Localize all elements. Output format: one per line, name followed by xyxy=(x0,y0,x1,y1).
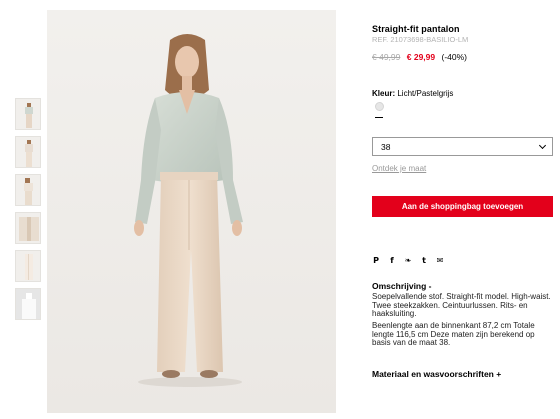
color-line: Kleur: Licht/Pastelgrijs xyxy=(372,89,453,98)
model-illustration xyxy=(47,10,336,413)
thumbnail-3[interactable] xyxy=(15,174,41,206)
swatch-selected-indicator xyxy=(375,117,383,118)
color-value: Licht/Pastelgrijs xyxy=(397,89,454,98)
color-swatch[interactable] xyxy=(375,102,384,111)
thumbnail-4[interactable] xyxy=(15,212,41,244)
thumbnail-5[interactable] xyxy=(15,250,41,282)
description-text: Soepelvallende stof. Straight-fit model.… xyxy=(372,292,551,319)
color-label: Kleur: xyxy=(372,89,396,98)
old-price: € 49,99 xyxy=(372,52,401,62)
product-title: Straight-fit pantalon xyxy=(372,24,460,34)
discount-badge: (-40%) xyxy=(441,52,468,62)
description-measurements: Beenlengte aan de binnenkant 87,2 cm Tot… xyxy=(372,321,535,348)
email-icon[interactable]: ✉ xyxy=(436,256,444,265)
price-block: € 49,99 € 29,99 (-40%) xyxy=(372,52,467,62)
size-selected-value: 38 xyxy=(381,142,391,152)
description-title[interactable]: Omschrijving - xyxy=(372,281,432,291)
tumblr-icon[interactable]: t xyxy=(420,256,428,265)
twitter-icon[interactable]: ❧ xyxy=(404,256,412,265)
pinterest-icon[interactable]: P xyxy=(372,256,380,265)
thumbnail-3-image xyxy=(24,178,33,205)
size-select[interactable]: 38 xyxy=(372,137,553,156)
product-photo[interactable] xyxy=(47,10,336,413)
find-size-link[interactable]: Ontdek je maat xyxy=(372,164,426,173)
product-reference: REF. 21073698-BASILIO-LM xyxy=(372,35,469,44)
chevron-down-icon xyxy=(538,141,547,150)
thumbnail-5-image xyxy=(25,254,33,280)
thumbnail-6-image xyxy=(16,289,40,319)
thumbnail-6[interactable] xyxy=(15,288,41,320)
thumbnail-4-image xyxy=(19,217,39,241)
thumbnail-2-image xyxy=(25,140,33,167)
facebook-icon[interactable]: f xyxy=(388,256,396,265)
add-to-bag-button[interactable]: Aan de shoppingbag toevoegen xyxy=(372,196,553,217)
thumbnail-1[interactable] xyxy=(15,98,41,130)
materials-care-toggle[interactable]: Materiaal en wasvoorschriften + xyxy=(372,369,501,379)
share-icons: P f ❧ t ✉ xyxy=(372,256,444,265)
thumbnail-1-image xyxy=(25,103,33,128)
thumbnail-2[interactable] xyxy=(15,136,41,168)
sale-price: € 29,99 xyxy=(406,52,436,62)
